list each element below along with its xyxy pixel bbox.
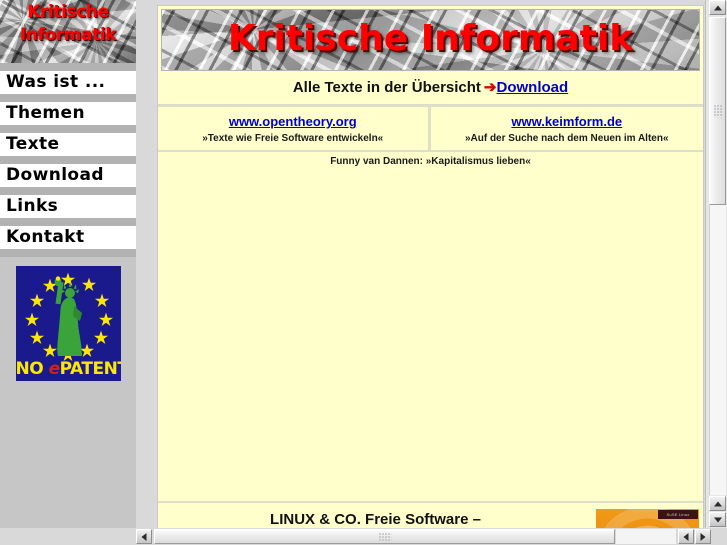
menu-separator xyxy=(0,156,136,164)
no-epatents-banner[interactable]: NO ePATENTS xyxy=(15,266,121,381)
page-body-empty-area xyxy=(158,172,703,501)
horizontal-scrollbar-track[interactable] xyxy=(616,529,676,544)
page-banner: Kritische Informatik xyxy=(161,9,700,71)
sidebar-item-themen[interactable]: Themen xyxy=(0,102,136,125)
footer-row: LINUX & CO. Freie Software – SuSE Linux xyxy=(158,501,703,528)
sidebar-lower-area: NO ePATENTS xyxy=(0,257,136,528)
triangle-up-icon xyxy=(713,5,722,10)
opentheory-subtitle: »Texte wie Freie Software entwickeln« xyxy=(202,133,384,144)
linux-ad-banner[interactable]: SuSE Linux xyxy=(596,509,699,528)
label-e: e xyxy=(48,359,61,379)
triangle-up-icon xyxy=(713,501,722,506)
scroll-left-button-right-group[interactable] xyxy=(678,529,694,544)
sidebar-item-download[interactable]: Download xyxy=(0,164,136,187)
sidebar: Kritische Informatik Was ist ... Themen … xyxy=(0,0,136,528)
triangle-down-icon xyxy=(713,517,722,522)
overview-row: Alle Texte in der Übersicht ➔Download xyxy=(158,71,703,105)
triangle-left-icon xyxy=(683,532,689,541)
label-no: NO xyxy=(15,359,49,379)
link-cell-opentheory: www.opentheory.org »Texte wie Freie Soft… xyxy=(158,107,431,150)
sidebar-item-links[interactable]: Links xyxy=(0,195,136,218)
sidebar-item-kontakt[interactable]: Kontakt xyxy=(0,226,136,249)
menu-separator xyxy=(0,94,136,102)
scrollbar-endcap xyxy=(712,528,727,545)
grip-dots-icon xyxy=(713,104,722,118)
horizontal-scrollbar-thumb[interactable] xyxy=(154,529,615,544)
ad-tag-badge: SuSE Linux xyxy=(658,510,698,519)
scroll-up-button[interactable] xyxy=(709,0,726,15)
opentheory-link[interactable]: www.opentheory.org xyxy=(229,114,357,129)
no-epatents-label: NO ePATENTS xyxy=(16,359,121,379)
horizontal-scrollbar[interactable] xyxy=(0,528,727,545)
partner-links-table: www.opentheory.org »Texte wie Freie Soft… xyxy=(158,105,703,150)
ad-tag-label: SuSE Linux xyxy=(666,512,690,517)
scrollbar-corner xyxy=(0,528,134,545)
scroll-right-button[interactable] xyxy=(695,529,711,544)
vertical-scrollbar[interactable] xyxy=(705,0,727,528)
sidebar-banner-line1: Kritische xyxy=(27,2,109,22)
sidebar-banner-line2: Informatik xyxy=(19,25,117,45)
link-cell-keimform: www.keimform.de »Auf der Suche nach dem … xyxy=(431,107,704,150)
menu-separator xyxy=(0,218,136,226)
sidebar-item-texte[interactable]: Texte xyxy=(0,133,136,156)
right-arrow-icon: ➔ xyxy=(483,79,497,96)
scroll-left-button[interactable] xyxy=(136,529,152,544)
web-page: Kritische Informatik Alle Texte in der Ü… xyxy=(157,5,704,528)
menu-separator xyxy=(0,249,136,257)
grip-dots-icon xyxy=(378,532,391,541)
triangle-right-icon xyxy=(700,532,706,541)
overview-label: Alle Texte in der Übersicht xyxy=(292,79,481,96)
page-title: Kritische Informatik xyxy=(227,18,634,59)
menu-separator xyxy=(0,125,136,133)
statue-of-liberty-icon xyxy=(54,276,82,356)
sidebar-item-was-ist[interactable]: Was ist ... xyxy=(0,71,136,94)
sidebar-banner: Kritische Informatik xyxy=(0,0,136,63)
content-pane: Kritische Informatik Alle Texte in der Ü… xyxy=(136,0,705,528)
triangle-left-icon xyxy=(141,532,147,541)
vertical-scrollbar-track[interactable] xyxy=(709,205,726,495)
scroll-up-button-bottom[interactable] xyxy=(709,496,726,511)
browser-window: Kritische Informatik Was ist ... Themen … xyxy=(0,0,727,545)
menu-separator xyxy=(0,187,136,195)
keimform-link[interactable]: www.keimform.de xyxy=(511,114,622,129)
vertical-scrollbar-thumb[interactable] xyxy=(709,17,726,205)
quote-row: Funny van Dannen: »Kapitalismus lieben« xyxy=(158,150,703,172)
label-patents: PATENTS xyxy=(59,359,121,379)
keimform-subtitle: »Auf der Suche nach dem Neuen im Alten« xyxy=(464,133,669,144)
download-link[interactable]: Download xyxy=(497,79,569,96)
scroll-down-button[interactable] xyxy=(709,512,726,527)
menu-separator xyxy=(0,63,136,71)
